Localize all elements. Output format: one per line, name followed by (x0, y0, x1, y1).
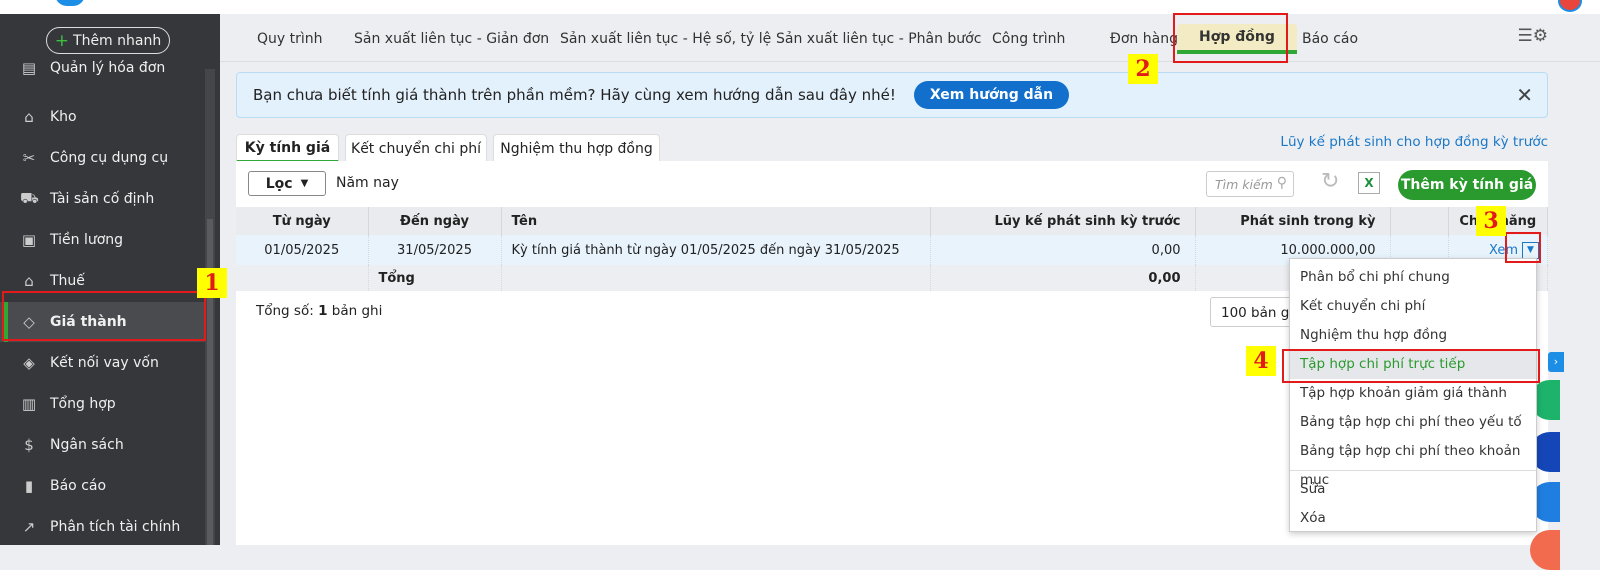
banner-text: Bạn chưa biết tính giá thành trên phần m… (253, 86, 896, 104)
annotation-box-1 (2, 291, 206, 341)
refresh-icon[interactable]: ↻ (1321, 169, 1339, 194)
cell-from: 01/05/2025 (236, 235, 369, 265)
table-header: Từ ngày Đến ngày Tên Lũy kế phát sinh kỳ… (236, 207, 1548, 235)
tab-bao-cao[interactable]: Báo cáo (1302, 24, 1358, 54)
avatar[interactable] (1558, 0, 1582, 12)
sidebar: + Thêm nhanh ▤ Quản lý hóa đơn ⌂ Kho ✂ Công cụ… (0, 14, 220, 545)
sidebar-item-4[interactable]: ▣ Tiền lương (0, 220, 205, 260)
search-input[interactable]: Tìm kiếm ⚲ (1206, 171, 1294, 197)
annotation-box-3 (1505, 232, 1541, 263)
sidebar-item-label: Công cụ dụng cụ (50, 150, 169, 166)
sidebar-item-label: Quản lý hóa đơn (50, 60, 166, 76)
sidebar-item-10[interactable]: ▮ Báo cáo (0, 466, 205, 506)
sidebar-item-label: Kho (50, 109, 77, 125)
sidebar-item-8[interactable]: ▥ Tổng hợp (0, 384, 205, 424)
sidebar-item-11[interactable]: ↗ Phân tích tài chính (0, 507, 205, 547)
annotation-box-4 (1282, 349, 1540, 383)
col-name[interactable]: Tên (501, 207, 931, 235)
excel-export-icon[interactable]: X (1358, 172, 1380, 194)
col-to[interactable]: Đến ngày (368, 207, 502, 235)
salary-icon: ▣ (21, 231, 37, 249)
sidebar-item-label: Báo cáo (50, 478, 107, 494)
sidebar-item-label: Thuế (50, 273, 85, 289)
quick-add-label: Thêm nhanh (73, 32, 162, 49)
settings-icon[interactable]: ☰⚙ (1518, 26, 1548, 46)
menu-item-transfer[interactable]: Kết chuyển chi phí (1290, 292, 1536, 321)
logo (55, 0, 85, 6)
menu-item-allocate[interactable]: Phân bổ chi phí chung (1290, 263, 1536, 292)
caret-down-icon: ▼ (300, 178, 309, 189)
line-chart-icon: ↗ (22, 518, 36, 536)
record-count: Tổng số: 1 bản ghi (256, 303, 383, 319)
col-from[interactable]: Từ ngày (236, 207, 369, 235)
sidebar-item-label: Kết nối vay vốn (50, 355, 159, 371)
menu-item-acceptance[interactable]: Nghiệm thu hợp đồng (1290, 321, 1536, 350)
total-prior: 0,00 (930, 265, 1196, 291)
module-tabs: Quy trình Sản xuất liên tục - Giản đơn S… (220, 14, 1600, 62)
cell-to: 31/05/2025 (368, 235, 502, 265)
sidebar-item-0[interactable]: ▤ Quản lý hóa đơn (0, 48, 205, 88)
add-period-button[interactable]: Thêm kỳ tính giá (1398, 170, 1536, 200)
cell-name: Kỳ tính giá thành từ ngày 01/05/2025 đến… (501, 235, 931, 265)
ledger-icon: ▥ (21, 395, 37, 413)
sidebar-scrollbar[interactable] (205, 69, 215, 545)
filter-dropdown[interactable]: Lọc ▼ (248, 171, 326, 196)
menu-item-by-element[interactable]: Bảng tập hợp chi phí theo yếu tố (1290, 408, 1536, 437)
period-label: Năm nay (336, 175, 399, 191)
annotation-number-4: 4 (1246, 346, 1276, 376)
col-prior[interactable]: Lũy kế phát sinh kỳ trước (930, 207, 1196, 235)
sidebar-item-label: Ngân sách (50, 437, 124, 453)
expand-panel-icon[interactable]: › (1548, 352, 1564, 372)
view-guide-button[interactable]: Xem hướng dẫn (913, 81, 1070, 109)
annotation-number-1: 1 (197, 268, 227, 298)
sidebar-item-label: Tổng hợp (50, 396, 116, 412)
filter-label: Lọc (265, 175, 293, 192)
sidebar-item-3[interactable]: ⛟ Tài sản cố định (0, 179, 205, 219)
subtab-ky-tinh-gia[interactable]: Kỳ tính giá (236, 134, 339, 163)
menu-item-reductions[interactable]: Tập hợp khoản giảm giá thành (1290, 379, 1536, 408)
close-icon[interactable]: ✕ (1516, 83, 1533, 107)
tab-phan-buoc[interactable]: Sản xuất liên tục - Phân bước (776, 24, 981, 54)
menu-item-by-item[interactable]: Bảng tập hợp chi phí theo khoản mục (1290, 437, 1536, 488)
sidebar-item-label: Phân tích tài chính (50, 519, 181, 535)
sidebar-item-label: Tiền lương (50, 232, 124, 248)
annotation-box-2 (1173, 13, 1288, 63)
tab-he-so[interactable]: Sản xuất liên tục - Hệ số, tỷ lệ (560, 24, 771, 54)
invoice-icon: ▤ (21, 59, 37, 77)
tab-don-hang[interactable]: Đơn hàng (1110, 24, 1178, 54)
col-empty (1390, 207, 1449, 235)
actions-menu: Phân bổ chi phí chung Kết chuyển chi phí… (1289, 258, 1537, 532)
page-size-select[interactable]: 100 bản ghi (1210, 297, 1300, 327)
sidebar-item-2[interactable]: ✂ Công cụ dụng cụ (0, 138, 205, 178)
tab-giản-don[interactable]: Sản xuất liên tục - Giản đơn (354, 24, 549, 54)
warehouse-icon: ⌂ (24, 108, 34, 126)
sidebar-item-1[interactable]: ⌂ Kho (0, 97, 205, 137)
tab-cong-trinh[interactable]: Công trình (992, 24, 1065, 54)
sidebar-item-label: Tài sản cố định (50, 191, 155, 207)
top-bar (0, 0, 1600, 14)
help-banner: Bạn chưa biết tính giá thành trên phần m… (236, 72, 1548, 118)
budget-icon: $ (24, 436, 34, 454)
prior-accumulation-link[interactable]: Lũy kế phát sinh cho hợp đồng kỳ trước (1280, 134, 1548, 150)
tools-icon: ✂ (22, 149, 36, 167)
subtab-ket-chuyen[interactable]: Kết chuyển chi phí (345, 134, 487, 162)
loan-icon: ◈ (23, 354, 35, 372)
total-label: Tổng (368, 265, 502, 291)
bar-chart-icon: ▮ (24, 477, 34, 495)
annotation-number-3: 3 (1476, 206, 1506, 236)
tab-quy-trinh[interactable]: Quy trình (257, 24, 323, 54)
car-icon: ⛟ (20, 189, 39, 207)
sidebar-item-9[interactable]: $ Ngân sách (0, 425, 205, 465)
feedback-icon[interactable] (1530, 530, 1560, 570)
tax-icon: ⌂ (24, 272, 34, 290)
cell-prior: 0,00 (930, 235, 1196, 265)
col-current[interactable]: Phát sinh trong kỳ (1195, 207, 1391, 235)
annotation-number-2: 2 (1128, 54, 1158, 84)
search-placeholder: Tìm kiếm (1215, 177, 1273, 192)
search-icon[interactable]: ⚲ (1277, 175, 1287, 191)
sidebar-item-7[interactable]: ◈ Kết nối vay vốn (0, 343, 205, 383)
menu-item-delete[interactable]: Xóa (1290, 504, 1536, 533)
subtab-nghiem-thu[interactable]: Nghiệm thu hợp đồng (493, 134, 660, 162)
